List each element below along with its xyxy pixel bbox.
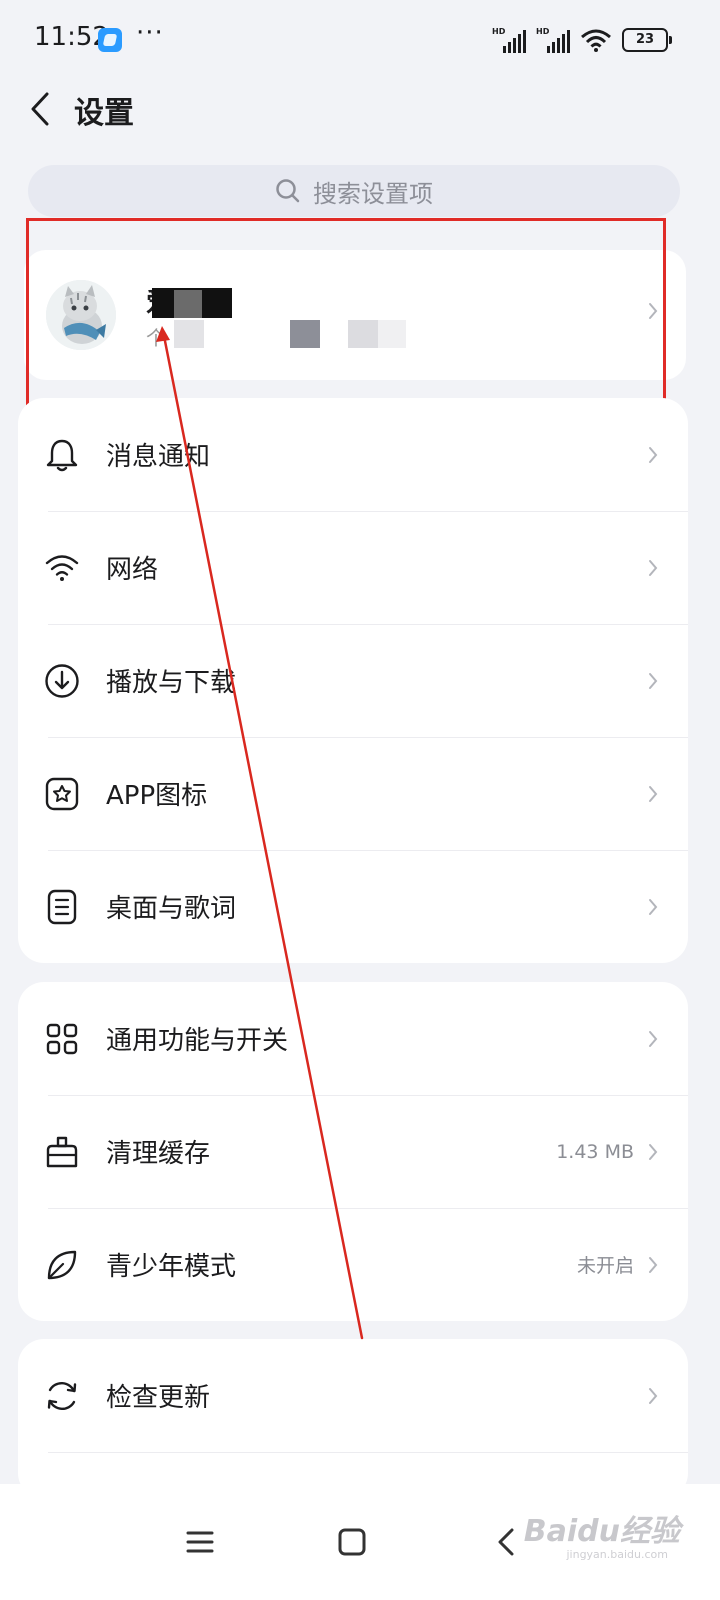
- wifi-status-icon: [581, 29, 611, 52]
- teen-mode-status: 未开启: [576, 1255, 634, 1277]
- row-label: 播放与下载: [106, 668, 237, 698]
- row-teen-mode[interactable]: 青少年模式 未开启: [18, 1208, 688, 1321]
- row-general[interactable]: 通用功能与开关: [18, 982, 688, 1095]
- home-square-icon: [338, 1528, 366, 1556]
- app-icon-icon: [42, 774, 82, 814]
- settings-group-2: 通用功能与开关 清理缓存 1.43 MB 青少年模式 未开启: [18, 982, 688, 1321]
- wifi-icon: [42, 548, 82, 588]
- watermark-logo: Baidu经验: [523, 1514, 680, 1549]
- row-label: APP图标: [106, 781, 208, 811]
- status-bar: 11:52 ··· HD HD 23: [0, 0, 720, 80]
- row-label: 消息通知: [106, 442, 211, 472]
- bell-icon: [42, 435, 82, 475]
- chevron-right-icon: [648, 898, 660, 916]
- settings-group-1: 消息通知 网络 播放与下载 APP图标 桌面与歌词: [18, 398, 688, 963]
- home-button[interactable]: [328, 1520, 376, 1564]
- header: 设置: [0, 80, 720, 140]
- menu-button[interactable]: [176, 1520, 224, 1564]
- refresh-icon: [42, 1376, 82, 1416]
- chevron-right-icon: [648, 1387, 660, 1405]
- row-check-update[interactable]: 检查更新: [18, 1339, 688, 1452]
- row-label: 桌面与歌词: [106, 894, 237, 924]
- row-notifications[interactable]: 消息通知: [18, 398, 688, 511]
- download-icon: [42, 661, 82, 701]
- settings-group-3: 检查更新: [18, 1339, 688, 1499]
- chevron-right-icon: [648, 1143, 660, 1161]
- navigation-bar: Baidu经验 jingyan.baidu.com: [0, 1484, 720, 1600]
- back-arrow-icon: [31, 92, 49, 126]
- signal-icon: HD: [492, 27, 526, 53]
- menu-icon: [186, 1531, 214, 1553]
- watermark-url: jingyan.baidu.com: [566, 1548, 668, 1561]
- broom-icon: [42, 1132, 82, 1172]
- chevron-right-icon: [648, 559, 660, 577]
- page-title: 设置: [74, 96, 134, 131]
- row-clear-cache[interactable]: 清理缓存 1.43 MB: [18, 1095, 688, 1208]
- row-label: 清理缓存: [106, 1139, 211, 1169]
- app-notification-icon: [98, 28, 122, 52]
- row-label: 检查更新: [106, 1383, 211, 1413]
- more-notifications-icon: ···: [136, 18, 164, 48]
- search-placeholder: 搜索设置项: [313, 179, 433, 208]
- row-network[interactable]: 网络: [18, 511, 688, 624]
- back-button[interactable]: [20, 86, 60, 132]
- chevron-right-icon: [648, 1256, 660, 1274]
- battery-icon: 23: [622, 28, 672, 52]
- highlight-box: [26, 218, 666, 410]
- status-indicators: HD HD 23: [492, 26, 672, 54]
- cache-size-value: 1.43 MB: [556, 1140, 634, 1163]
- row-app-icon[interactable]: APP图标: [18, 737, 688, 850]
- row-label: 青少年模式: [106, 1252, 237, 1282]
- nav-back-icon: [498, 1528, 514, 1556]
- chevron-right-icon: [648, 446, 660, 464]
- row-label: 网络: [106, 555, 159, 585]
- chevron-right-icon: [648, 785, 660, 803]
- chevron-right-icon: [648, 1030, 660, 1048]
- leaf-icon: [42, 1245, 82, 1285]
- row-playback-download[interactable]: 播放与下载: [18, 624, 688, 737]
- search-icon: [276, 179, 300, 203]
- row-desktop-lyrics[interactable]: 桌面与歌词: [18, 850, 688, 963]
- chevron-right-icon: [648, 672, 660, 690]
- search-input[interactable]: 搜索设置项: [28, 165, 680, 217]
- lyrics-icon: [42, 887, 82, 927]
- row-label: 通用功能与开关: [106, 1026, 289, 1056]
- grid-icon: [42, 1019, 82, 1059]
- signal-icon: HD: [536, 27, 570, 53]
